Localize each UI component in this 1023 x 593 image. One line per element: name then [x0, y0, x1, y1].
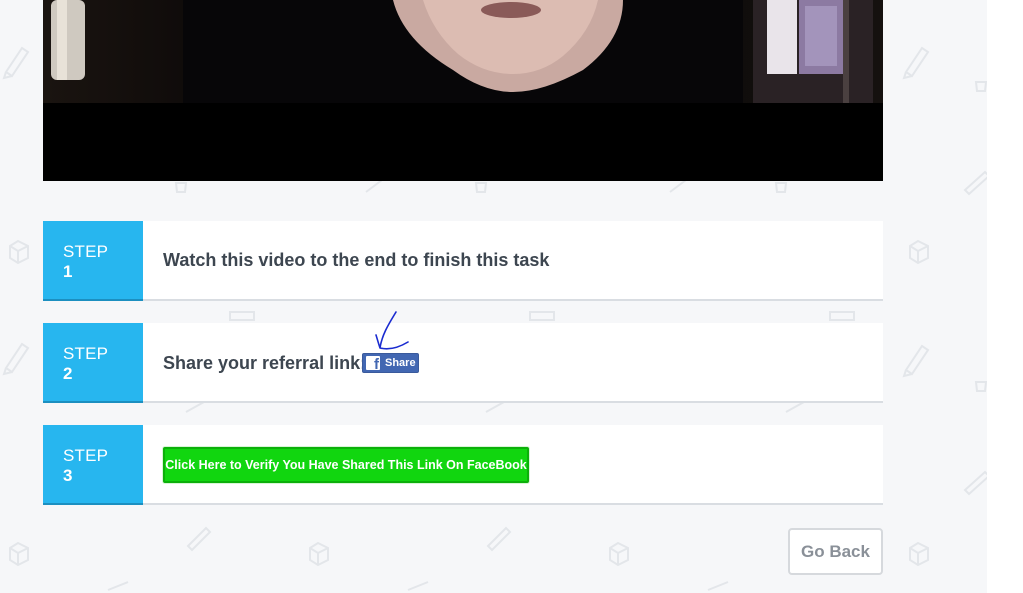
step-number: 2 — [63, 364, 73, 383]
step-instruction: Share your referral link: — [163, 353, 367, 373]
handwritten-checkmark-icon — [375, 311, 409, 350]
box-icon — [309, 541, 329, 567]
ruler-icon — [365, 179, 687, 193]
step-word: STEP — [63, 242, 109, 261]
pencil-icon — [2, 342, 30, 376]
box-icon — [9, 541, 29, 567]
step-badge: STEP 1 — [43, 221, 143, 301]
step-number: 3 — [63, 466, 73, 485]
video-frame-image — [51, 0, 873, 103]
right-margin — [987, 0, 1023, 593]
step-3-card: STEP 3 Click Here to Verify You Have Sha… — [43, 425, 883, 505]
step-2-card: STEP 2 Share your referral link: f Share — [43, 323, 883, 403]
facebook-icon: f — [366, 356, 380, 372]
glasses-icon — [229, 311, 855, 321]
box-icon — [9, 239, 29, 265]
step-word: STEP — [63, 344, 109, 363]
cup-icon — [474, 182, 488, 193]
video-player[interactable] — [43, 0, 883, 181]
step-number: 1 — [63, 262, 73, 281]
video-frame — [43, 0, 883, 103]
pencil-icon — [902, 46, 930, 80]
step-word: STEP — [63, 446, 109, 465]
pencil-icon — [107, 581, 729, 591]
verify-share-button[interactable]: Click Here to Verify You Have Shared Thi… — [163, 447, 529, 483]
ruler-icon — [963, 470, 987, 496]
eraser-icon — [185, 401, 805, 413]
cup-icon — [974, 381, 987, 392]
pencil-icon — [486, 526, 512, 552]
box-icon — [909, 541, 929, 567]
cup-icon — [974, 81, 987, 92]
step-badge: STEP 2 — [43, 323, 143, 403]
pencil-icon — [186, 526, 212, 552]
share-label: Share — [385, 357, 416, 369]
go-back-button[interactable]: Go Back — [788, 528, 883, 575]
facebook-share-button[interactable]: f Share — [362, 353, 419, 373]
step-badge: STEP 3 — [43, 425, 143, 505]
cup-icon — [774, 182, 788, 193]
pencil-icon — [902, 344, 930, 378]
cup-icon — [174, 182, 188, 193]
box-icon — [609, 541, 629, 567]
ruler-icon — [963, 170, 987, 196]
pencil-icon — [2, 46, 30, 80]
box-icon — [909, 239, 929, 265]
step-1-card: STEP 1 Watch this video to the end to fi… — [43, 221, 883, 301]
step-instruction: Watch this video to the end to finish th… — [163, 250, 550, 270]
